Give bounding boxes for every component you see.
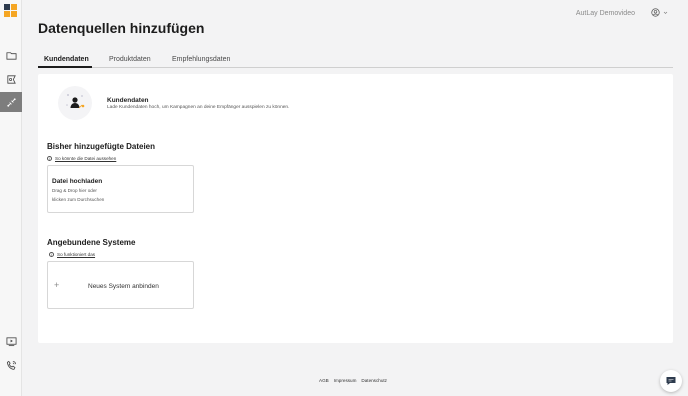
phone-icon[interactable] — [0, 355, 22, 375]
chevron-down-icon — [663, 11, 668, 14]
tab-bar: Kundendaten Produktdaten Empfehlungsdate… — [38, 52, 673, 68]
upload-hint-click: klicken zum Durchsuchen — [52, 197, 105, 202]
app-logo[interactable] — [4, 4, 18, 18]
footer: AGB Impressum Datenschutz — [319, 378, 387, 383]
chat-icon — [666, 377, 676, 385]
footer-link-impressum[interactable]: Impressum — [334, 378, 357, 383]
connect-icon[interactable] — [0, 92, 22, 112]
hero-subtitle: Lade Kundendaten hoch, um Kampagnen an d… — [107, 105, 290, 110]
footer-link-datenschutz[interactable]: Datenschutz — [361, 378, 387, 383]
uploaded-files-heading: Bisher hinzugefügte Dateien — [47, 142, 156, 151]
tab-produktdaten[interactable]: Produktdaten — [109, 56, 151, 63]
demo-video-link[interactable]: AutLay Demovideo — [576, 10, 635, 17]
info-icon: i — [49, 252, 54, 257]
page-title: Datenquellen hinzufügen — [38, 20, 205, 36]
active-tab-indicator — [38, 66, 92, 68]
tab-kundendaten[interactable]: Kundendaten — [44, 56, 89, 63]
content-card: Kundendaten Lade Kundendaten hoch, um Ka… — [38, 74, 673, 343]
sidebar — [0, 0, 22, 396]
footer-link-agb[interactable]: AGB — [319, 378, 329, 383]
hero-title: Kundendaten — [107, 97, 149, 104]
customer-illustration — [58, 86, 92, 120]
file-example-link-label: So könnte die Datei aussehen — [55, 156, 117, 161]
file-upload-dropzone[interactable]: Datei hochladen Drag & Drop hier oder kl… — [47, 165, 194, 213]
upload-hint-drag: Drag & Drop hier oder — [52, 188, 97, 193]
account-menu[interactable] — [651, 8, 668, 17]
connected-systems-heading: Angebundene Systeme — [47, 238, 136, 247]
info-icon: i — [47, 156, 52, 161]
user-circle-icon — [651, 8, 660, 17]
campaign-icon[interactable] — [0, 69, 22, 89]
how-it-works-link-label: So funktioniert das — [57, 252, 96, 257]
folder-icon[interactable] — [0, 45, 22, 65]
file-example-link[interactable]: i So könnte die Datei aussehen — [47, 156, 116, 161]
upload-title: Datei hochladen — [52, 178, 103, 185]
add-system-button[interactable]: + Neues System anbinden — [47, 261, 194, 309]
video-icon[interactable] — [0, 331, 22, 351]
plus-icon: + — [54, 280, 60, 290]
add-system-label: Neues System anbinden — [88, 283, 159, 290]
how-it-works-link[interactable]: i So funktioniert das — [49, 252, 95, 257]
chat-button[interactable] — [660, 370, 682, 392]
tab-empfehlungsdaten[interactable]: Empfehlungsdaten — [172, 56, 230, 63]
